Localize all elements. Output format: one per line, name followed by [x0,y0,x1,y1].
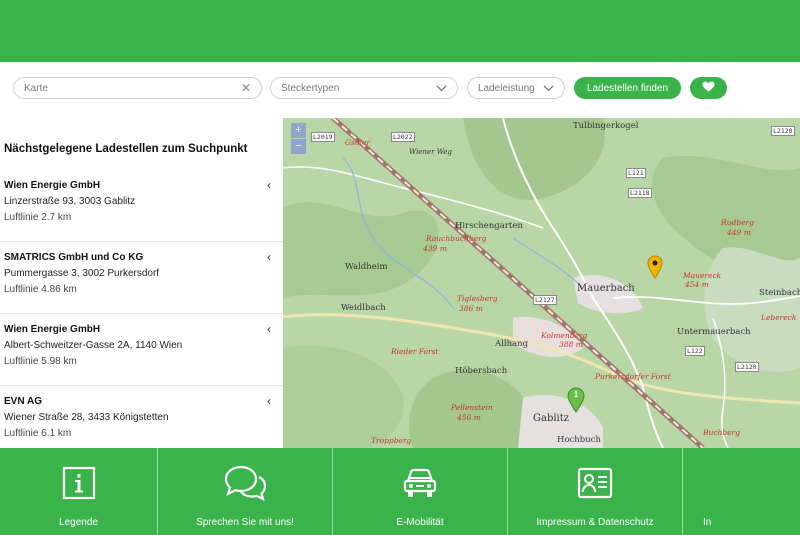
map-road-label: L2022 [391,132,415,142]
plug-type-select[interactable]: Steckertypen [270,77,458,99]
chevron-left-icon[interactable]: ‹ [267,394,271,408]
zoom-in-button[interactable]: + [291,123,306,138]
map-place-label: Hochbuch [557,435,601,445]
heart-icon [702,81,715,95]
nav-label: Sprechen Sie mit uns! [196,517,294,528]
chevron-left-icon[interactable]: ‹ [267,322,271,336]
map-place-label: Steinbach [759,288,800,298]
list-item[interactable]: Wien Energie GmbH Linzerstraße 93, 3003 … [0,170,283,242]
map-street-label: Wiener Weg [409,148,452,156]
operator-name: SMATRICS GmbH und Co KG [4,252,144,263]
id-card-icon [577,464,613,502]
map-terrain-label: Lebereck [761,313,797,322]
header-bar [0,0,800,62]
map-terrain-label: 449 m [727,228,751,237]
map-road-label: L2120 [771,126,795,136]
map-place-label: Weidlbach [341,303,386,313]
map-place-label: Untermauerbach [677,327,751,337]
nav-item-legend[interactable]: Legende [0,448,158,535]
list-item[interactable]: Wien Energie GmbH Albert-Schweitzer-Gass… [0,314,283,386]
map-terrain [283,118,800,448]
map-place-label: Mauerbach [577,283,635,294]
list-item[interactable]: SMATRICS GmbH und Co KG Pummergasse 3, 3… [0,242,283,314]
map-terrain-label: Gsiller [345,138,371,147]
car-icon [402,464,438,502]
operator-name: Wien Energie GmbH [4,324,101,335]
location-search-placeholder: Karte [24,82,48,94]
nav-item-imprint[interactable]: Impressum & Datenschutz [508,448,683,535]
map-place-label: Waldheim [345,262,388,272]
map-terrain-label: Rieder Forst [391,347,439,356]
chat-bubbles-icon [222,464,268,502]
station-distance: Luftlinie 5.98 km [4,356,77,367]
zoom-controls: + − [291,123,306,155]
cluster-marker[interactable]: 1 [567,387,585,413]
map-terrain-label: Rauchbuchberg [426,234,487,243]
map-road-label: L2120 [735,362,759,372]
station-distance: Luftlinie 2.7 km [4,212,72,223]
results-title: Nächstgelegene Ladestellen zum Suchpunkt [4,143,248,155]
map-terrain-label: Pellenstein [451,403,493,412]
list-item[interactable]: EVN AG Wiener Straße 28, 3433 Königstett… [0,386,283,448]
favorite-button[interactable] [690,77,727,99]
results-sidebar: Nächstgelegene Ladestellen zum Suchpunkt… [0,118,283,448]
nav-label: Legende [59,517,98,528]
station-address: Linzerstraße 93, 3003 Gablitz [4,196,136,207]
operator-name: Wien Energie GmbH [4,180,101,191]
map-road-label: L121 [626,168,646,178]
cluster-count: 1 [573,390,579,399]
map-terrain-label: 439 m [423,244,447,253]
info-icon [62,464,96,502]
chevron-down-icon [436,81,447,95]
chevron-down-icon [543,81,554,95]
map-place-label: Höbersbach [455,366,508,376]
map-terrain-label: Mauereck [683,271,722,280]
map-road-label: L2118 [628,188,652,198]
map-terrain-label: Rudberg [721,218,754,227]
station-address: Pummergasse 3, 3002 Purkersdorf [4,268,160,279]
station-address: Albert-Schweitzer-Gasse 2A, 1140 Wien [4,340,183,351]
map-terrain-label: Tiglesberg [457,294,498,303]
plug-type-label: Steckertypen [281,82,340,94]
map-place-label: Tulbingerkogel [573,121,639,131]
station-address: Wiener Straße 28, 3433 Königstetten [4,412,169,423]
station-distance: Luftlinie 4.86 km [4,284,77,295]
chevron-left-icon[interactable]: ‹ [267,178,271,192]
map-terrain-label: 386 m [459,304,483,313]
map-terrain-label: 388 m [559,340,583,349]
location-search-input[interactable]: Karte ✕ [13,77,262,99]
find-stations-button[interactable]: Ladestellen finden [574,77,681,99]
station-distance: Luftlinie 6.1 km [4,428,72,439]
map-terrain-label: Troppberg [371,436,412,445]
station-marker[interactable] [647,255,663,284]
map-terrain-label: Buchberg [703,428,740,437]
operator-name: EVN AG [4,396,42,407]
nav-label: E-Mobilität [396,517,444,528]
search-toolbar: Karte ✕ Steckertypen Ladeleistung Ladest… [0,62,800,118]
map-terrain-label: 456 m [457,413,481,422]
nav-item-contact[interactable]: Sprechen Sie mit uns! [158,448,333,535]
zoom-out-button[interactable]: − [291,139,306,154]
map-terrain-label: 454 m [685,280,709,289]
nav-label: Impressum & Datenschutz [536,517,654,528]
map-terrain-label: Purkersdorfer Forst [595,372,671,381]
nav-item-more[interactable]: In [683,448,742,535]
nav-item-emobility[interactable]: E-Mobilität [333,448,508,535]
map-road-label: L2127 [533,295,557,305]
bottom-navigation: Legende Sprechen Sie mit uns! E-Mobilitä… [0,448,800,535]
close-icon[interactable]: ✕ [241,81,251,95]
map-road-label: L122 [685,346,705,356]
map-terrain-label: Kolmenberg [541,331,588,340]
map-place-label: Hirschengarten [455,221,523,231]
power-select[interactable]: Ladeleistung [467,77,565,99]
map-place-label: Allhang [495,339,529,349]
map-place-label: Gablitz [533,413,570,424]
map-road-label: L2019 [311,132,335,142]
chevron-left-icon[interactable]: ‹ [267,250,271,264]
nav-label: In [703,517,712,528]
power-label: Ladeleistung [478,82,535,94]
map-view[interactable]: + − Tulbingerkogel Hirschengarten Waldhe… [283,118,800,448]
